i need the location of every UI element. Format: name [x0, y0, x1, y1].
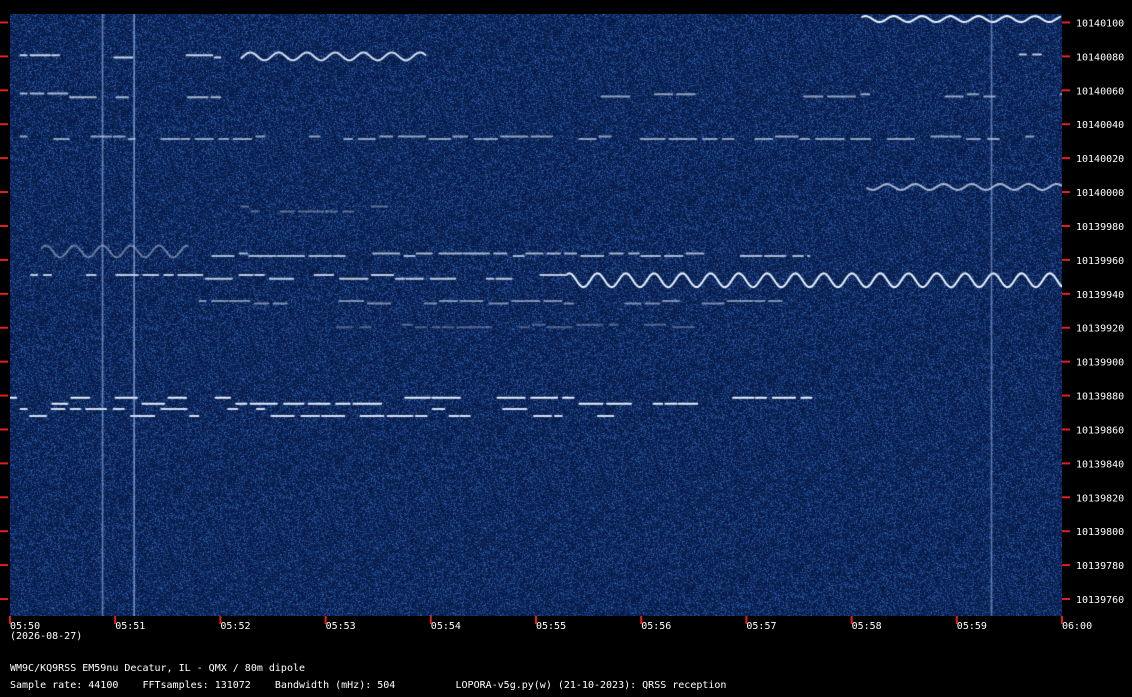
x-tick-label: 05:51: [115, 621, 145, 632]
y-tick-label: 10139780: [1076, 561, 1124, 572]
y-tick-label: 10139820: [1076, 493, 1124, 504]
y-tick-label: 10140000: [1076, 188, 1124, 199]
y-tick-label: 10139980: [1076, 222, 1124, 233]
y-tick-label: 10139860: [1076, 425, 1124, 436]
y-tick-label: 10139840: [1076, 459, 1124, 470]
station-info: WM9C/KQ9RSS EM59nu Decatur, IL - QMX / 8…: [10, 663, 306, 674]
date-label: (2026-08-27): [10, 631, 83, 642]
x-tick-label: 05:59: [957, 621, 987, 632]
y-tick-label: 10139920: [1076, 324, 1124, 335]
y-tick-label: 10140080: [1076, 52, 1124, 63]
y-tick-label: 10140100: [1076, 18, 1124, 29]
y-tick-label: 10139800: [1076, 527, 1124, 538]
y-tick-label: 10139900: [1076, 358, 1124, 369]
y-tick-label: 10140040: [1076, 120, 1124, 131]
y-tick-label: 10139880: [1076, 392, 1124, 403]
y-tick-label: 10140020: [1076, 154, 1124, 165]
x-tick-label: 05:53: [326, 621, 356, 632]
y-tick-label: 10139960: [1076, 256, 1124, 267]
x-tick-label: 05:55: [536, 621, 566, 632]
x-tick-label: 05:54: [431, 621, 461, 632]
x-tick-label: 05:58: [852, 621, 882, 632]
reception-parameters: Sample rate: 44100 FFTsamples: 131072 Ba…: [10, 680, 727, 691]
x-tick-label: 06:00: [1062, 621, 1092, 632]
x-tick-label: 05:57: [746, 621, 776, 632]
chart-axes: 10140100 10140080 10140060 10140040 10140020…: [0, 18, 1124, 632]
y-tick-label: 10139760: [1076, 595, 1124, 606]
x-tick-label: 05:52: [220, 621, 250, 632]
y-tick-label: 10140060: [1076, 86, 1124, 97]
y-tick-label: 10139940: [1076, 290, 1124, 301]
x-tick-label: 05:56: [641, 621, 671, 632]
